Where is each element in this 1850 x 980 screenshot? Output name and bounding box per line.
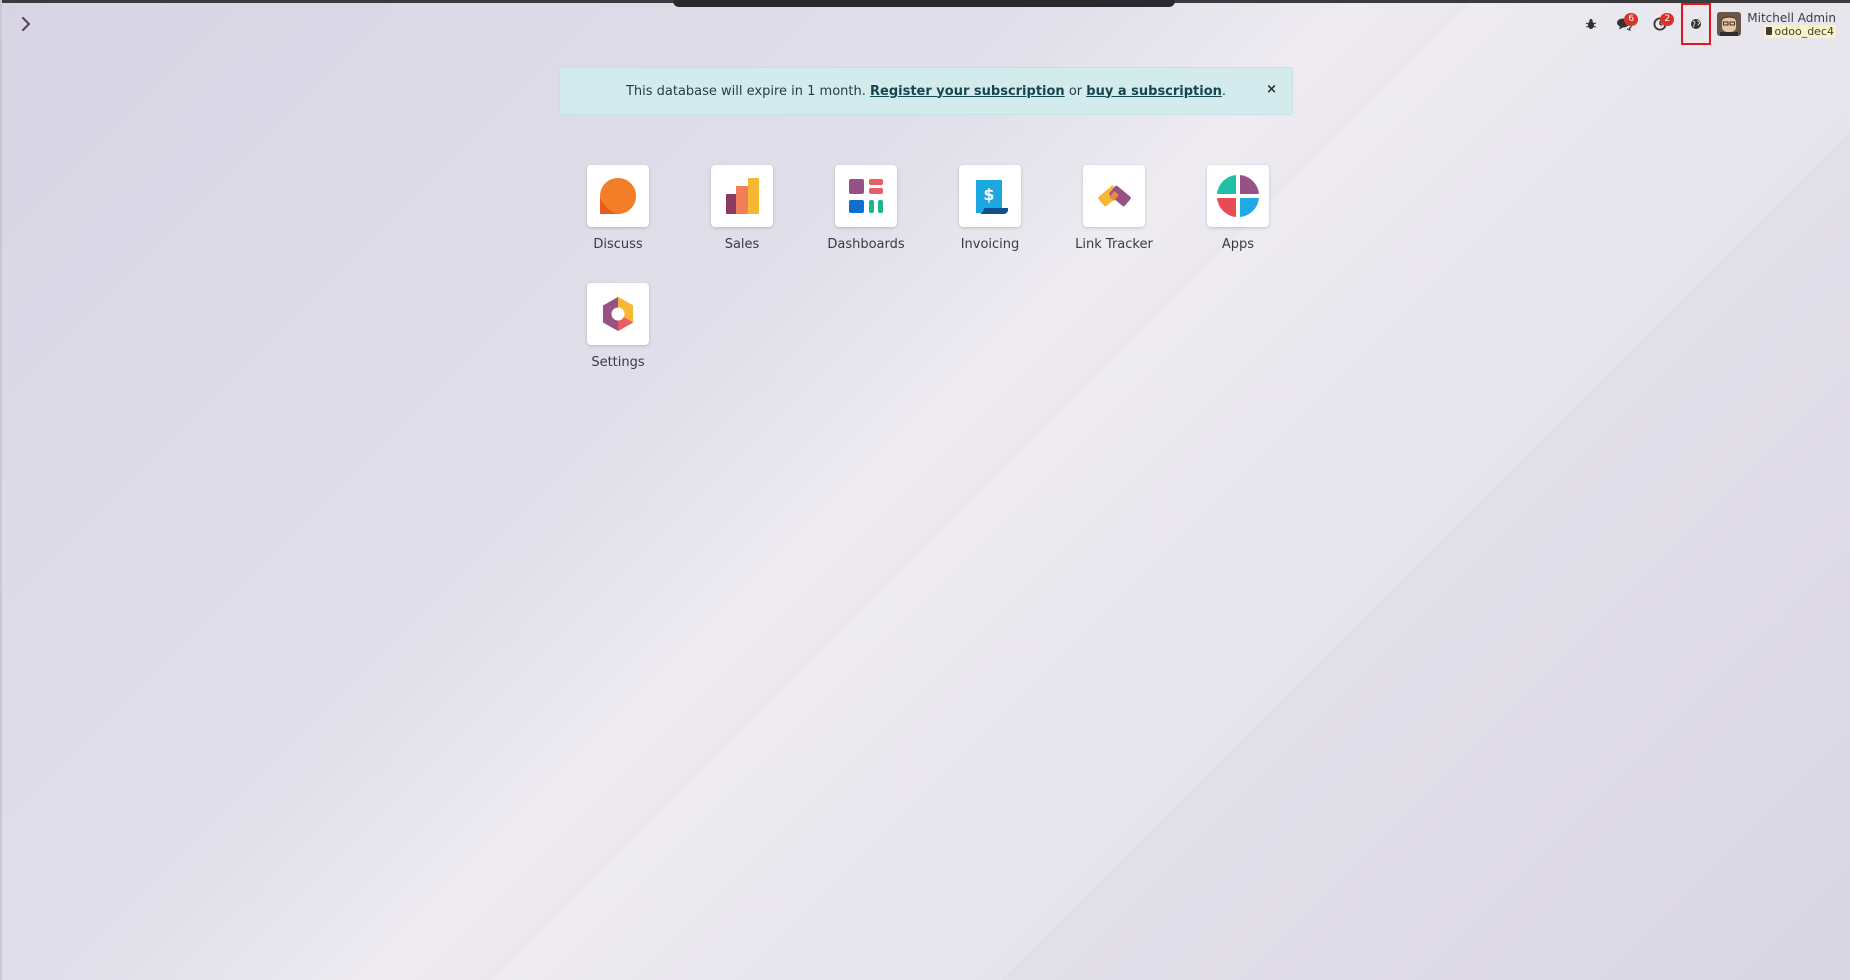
app-dashboards[interactable]: Dashboards [804,165,928,283]
app-label: Settings [591,355,645,370]
buy-subscription-link[interactable]: buy a subscription [1086,84,1222,99]
user-name: Mitchell Admin [1747,10,1836,25]
app-sales[interactable]: Sales [680,165,804,283]
apps-grid: Discuss Sales Dashboards $ Invoicing Lin… [556,165,1300,401]
avatar [1717,12,1742,36]
activity-menu-button[interactable]: 2 [1645,6,1675,42]
database-icon [1765,27,1772,35]
menu-toggle-button[interactable] [16,12,36,36]
app-label: Dashboards [827,237,905,252]
link-tracker-icon [1083,165,1145,227]
app-label: Discuss [593,237,643,252]
systray: 6 2 Mitchell Admin odoo_dec4 [1579,2,1836,45]
alert-suffix: . [1221,83,1227,99]
apps-icon [1207,165,1269,227]
register-subscription-link[interactable]: Register your subscription [870,84,1065,99]
app-label: Link Tracker [1075,237,1153,252]
chat-badge: 6 [1624,13,1639,26]
app-link-tracker[interactable]: Link Tracker [1052,165,1176,283]
app-label: Invoicing [960,237,1020,252]
user-menu-button[interactable]: Mitchell Admin odoo_dec4 [1717,6,1836,42]
activity-badge: 2 [1660,13,1675,26]
app-invoicing[interactable]: $ Invoicing [928,165,1052,283]
app-label: Sales [724,237,760,252]
svg-text:$: $ [983,185,994,204]
discuss-icon [587,165,649,227]
alert-or-text: or [1068,83,1083,99]
globe-icon [1691,18,1702,29]
dashboards-icon [835,165,897,227]
bug-icon [1586,19,1597,29]
alert-close-button[interactable]: × [1266,82,1277,97]
alert-text: This database will expire in 1 month. [625,83,866,99]
window-top-notch [673,0,1175,7]
chevron-right-icon [22,17,30,31]
app-label: Apps [1221,237,1255,252]
sales-icon [711,165,773,227]
app-apps[interactable]: Apps [1176,165,1300,283]
settings-icon [587,283,649,345]
debug-menu-button[interactable] [1579,6,1603,42]
app-settings[interactable]: Settings [556,283,680,401]
database-label: odoo_dec4 [1774,24,1834,38]
database-name: odoo_dec4 [1763,24,1836,38]
left-edge [0,0,2,980]
subscription-alert: This database will expire in 1 month. Re… [559,67,1293,115]
messaging-menu-button[interactable]: 6 [1609,6,1639,42]
language-switcher-button[interactable] [1681,2,1712,45]
invoicing-icon: $ [959,165,1021,227]
user-info: Mitchell Admin odoo_dec4 [1747,11,1836,38]
background-decoration [0,0,1850,980]
app-discuss[interactable]: Discuss [556,165,680,283]
